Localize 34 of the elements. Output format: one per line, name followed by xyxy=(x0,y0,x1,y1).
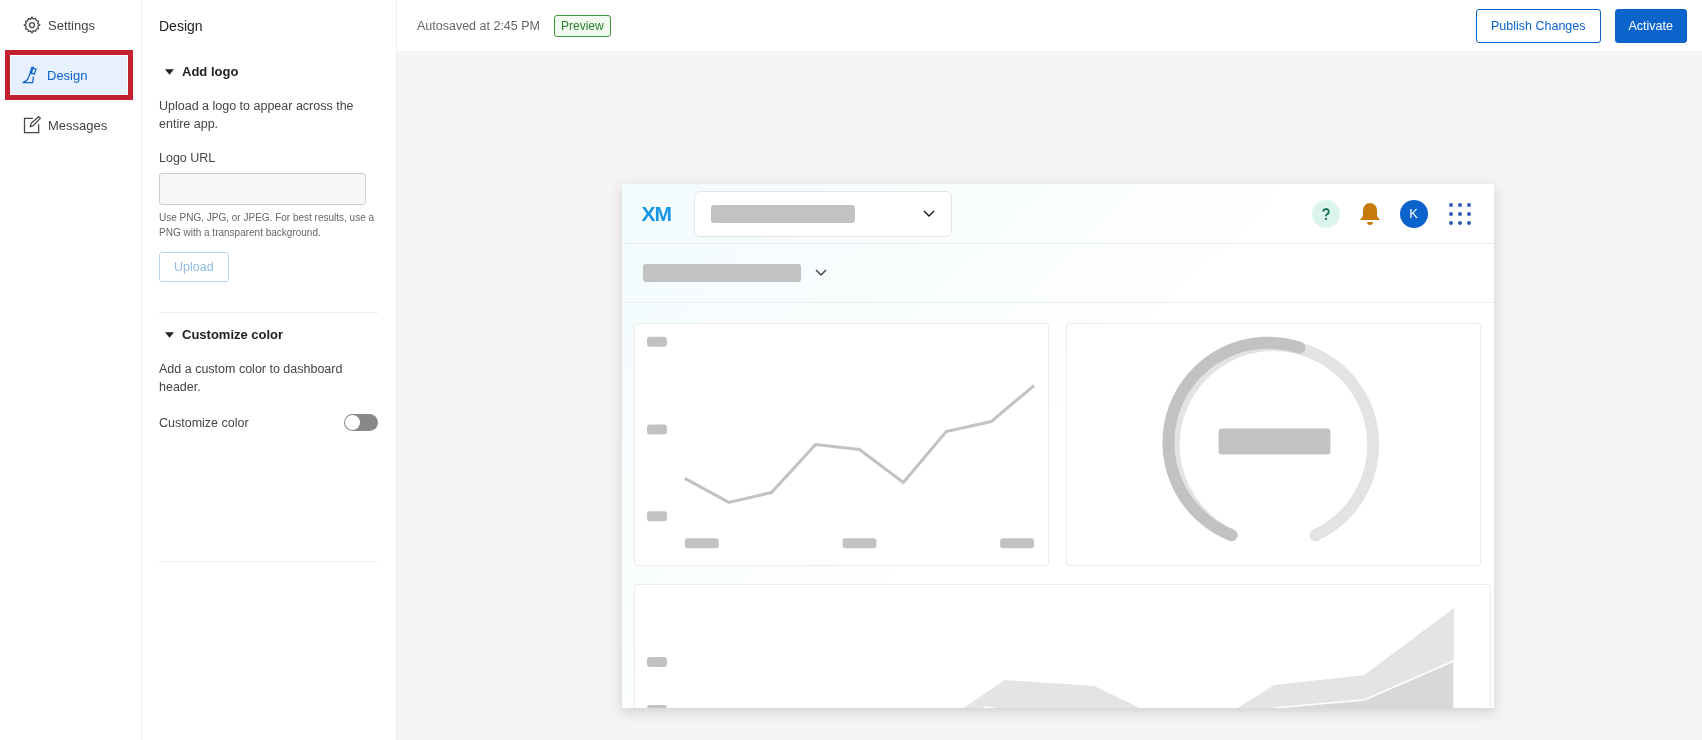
logo: XM xyxy=(641,201,672,226)
sidebar-item[interactable]: Messages xyxy=(12,106,129,144)
section-description: Upload a logo to appear across the entire app. xyxy=(159,98,355,133)
label-placeholder xyxy=(646,511,667,522)
toggle-label: Customize color xyxy=(159,415,249,430)
publish-button[interactable]: Publish Changes xyxy=(1476,8,1601,43)
label-placeholder xyxy=(842,538,876,549)
sidebar-item[interactable]: Settings xyxy=(12,6,129,44)
avatar: K xyxy=(1399,199,1428,228)
bell-icon xyxy=(1357,200,1382,227)
field-hint: Use PNG, JPG, or JPEG. For best results, use a PNG with a transparent background. xyxy=(159,211,376,240)
caret-icon xyxy=(165,331,174,338)
logo-url-field[interactable] xyxy=(159,173,366,205)
preview-badge: Preview xyxy=(554,14,611,37)
activate-button[interactable]: Activate xyxy=(1614,8,1687,43)
sidebar-item[interactable]: Design xyxy=(11,56,127,94)
label-placeholder xyxy=(646,336,667,347)
caret-icon xyxy=(165,68,174,75)
section-header[interactable]: Customize color xyxy=(159,327,378,342)
toggle-switch[interactable] xyxy=(344,414,378,431)
section-header[interactable]: Add logo xyxy=(159,64,378,79)
chevron-down-icon xyxy=(814,269,827,277)
settings-icon xyxy=(22,15,42,35)
apps-grid-icon xyxy=(1447,201,1472,226)
chevron-down-icon xyxy=(922,209,935,218)
edit-icon xyxy=(22,115,42,135)
label-placeholder xyxy=(646,424,667,435)
label-placeholder xyxy=(684,538,719,549)
section-description: Add a custom color to dashboard header. xyxy=(159,361,344,396)
help-icon xyxy=(1311,199,1340,228)
panel-title: Design xyxy=(159,18,204,34)
label-placeholder xyxy=(999,538,1034,549)
field-label: Logo URL xyxy=(159,151,217,165)
autosave-status: Autosaved at 2:45 PM xyxy=(417,18,540,33)
